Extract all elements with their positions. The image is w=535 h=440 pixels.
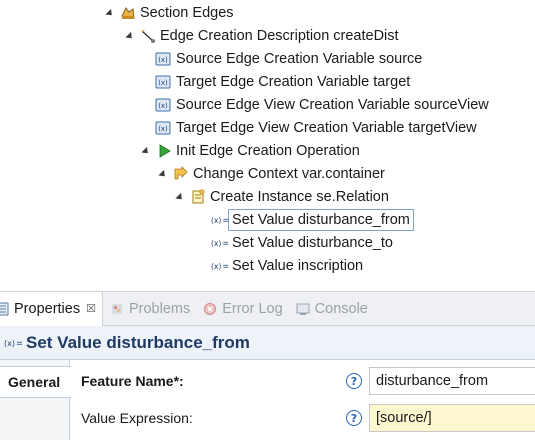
tree-item-label: Edge Creation Description createDist (160, 27, 399, 44)
tree-item-label: Section Edges (140, 4, 234, 21)
set-value-icon: (x)= (211, 211, 228, 228)
tree-item-label: Init Edge Creation Operation (176, 142, 360, 159)
feature-name-row: Feature Name*: ? disturbance_from (71, 366, 535, 396)
tab-error-log[interactable]: Error Log (196, 292, 288, 326)
tree-item-label: Change Context var.container (193, 165, 385, 182)
tree-item-label: Set Value inscription (232, 257, 364, 274)
variable-icon: (x) (155, 73, 172, 90)
tree-item-source-view-variable[interactable]: (x) Source Edge View Creation Variable s… (155, 93, 489, 116)
properties-icon (0, 301, 10, 317)
feature-name-label: Feature Name*: (81, 373, 184, 389)
tab-console[interactable]: Console (289, 292, 374, 326)
value-expression-label: Value Expression: (81, 410, 193, 426)
console-icon (295, 301, 311, 317)
close-icon[interactable]: ☒ (86, 302, 96, 315)
create-instance-icon (189, 188, 206, 205)
expanded-twisty-icon[interactable] (172, 190, 186, 204)
tree-item-create-instance[interactable]: Create Instance se.Relation (172, 185, 389, 208)
tree-item-set-value-inscription[interactable]: (x)= Set Value inscription (211, 254, 363, 277)
svg-text:(x): (x) (158, 56, 168, 64)
expanded-twisty-icon[interactable] (155, 167, 169, 181)
tree-item-label: Target Edge View Creation Variable targe… (176, 119, 477, 136)
tree-item-label: Target Edge Creation Variable target (176, 73, 411, 90)
tab-label: Error Log (222, 300, 283, 317)
help-icon[interactable]: ? (346, 373, 362, 389)
model-tree: Section Edges Edge Creation Description … (0, 0, 535, 288)
tree-item-edge-creation[interactable]: Edge Creation Description createDist (122, 24, 399, 47)
expanded-twisty-icon[interactable] (122, 29, 136, 43)
svg-text:=: = (222, 261, 228, 271)
value-expression-field[interactable]: [source/] (369, 404, 535, 432)
svg-text:(x): (x) (211, 261, 221, 270)
section-icon (119, 4, 136, 21)
play-icon (155, 142, 172, 159)
svg-text:(x): (x) (4, 339, 15, 348)
tab-properties[interactable]: Properties ☒ (0, 291, 103, 326)
svg-text:(x): (x) (211, 238, 221, 247)
tab-label: Problems (128, 300, 191, 317)
value-expression-row: Value Expression: ? [source/] (71, 403, 535, 433)
problems-icon (109, 301, 125, 317)
svg-text:(x): (x) (158, 102, 168, 110)
tree-item-source-variable[interactable]: (x) Source Edge Creation Variable source (155, 47, 422, 70)
tab-problems[interactable]: Problems (103, 292, 196, 326)
svg-text:(x): (x) (211, 215, 221, 224)
tree-item-target-view-variable[interactable]: (x) Target Edge View Creation Variable t… (155, 116, 477, 139)
properties-title: Set Value disturbance_from (26, 332, 250, 352)
properties-side-tabs: General (0, 360, 71, 440)
tree-item-init-operation[interactable]: Init Edge Creation Operation (138, 139, 360, 162)
views-tab-bar: Properties ☒ Problems Error Log Console (0, 291, 535, 326)
tree-item-label: Source Edge View Creation Variable sourc… (176, 96, 489, 113)
svg-text:(x): (x) (158, 79, 168, 87)
edge-creation-icon (139, 27, 156, 44)
tree-item-set-value-disturbance-from[interactable]: (x)= Set Value disturbance_from (211, 208, 414, 231)
svg-text:=: = (16, 339, 22, 349)
tree-item-label: Set Value disturbance_to (232, 234, 393, 251)
set-value-icon: (x)= (4, 334, 22, 352)
expanded-twisty-icon[interactable] (138, 144, 152, 158)
svg-text:=: = (222, 238, 228, 248)
svg-text:(x): (x) (158, 125, 168, 133)
tree-item-label: Source Edge Creation Variable source (176, 50, 423, 67)
tab-general[interactable]: General (0, 366, 71, 398)
variable-icon: (x) (155, 50, 172, 67)
feature-name-field[interactable]: disturbance_from (369, 367, 535, 395)
variable-icon: (x) (155, 119, 172, 136)
variable-icon: (x) (155, 96, 172, 113)
tree-item-section-edges[interactable]: Section Edges (102, 1, 234, 24)
help-icon[interactable]: ? (346, 410, 362, 426)
expanded-twisty-icon[interactable] (102, 6, 116, 20)
tree-item-target-variable[interactable]: (x) Target Edge Creation Variable target (155, 70, 410, 93)
tree-item-label: Set Value disturbance_from (228, 208, 414, 231)
change-context-icon (172, 165, 189, 182)
tree-item-change-context[interactable]: Change Context var.container (155, 162, 385, 185)
tab-label: Properties (14, 300, 81, 317)
properties-header: (x) = Set Value disturbance_from (0, 326, 535, 360)
tree-item-set-value-disturbance-to[interactable]: (x)= Set Value disturbance_to (211, 231, 393, 254)
set-value-icon: (x)= (211, 257, 228, 274)
tab-label: Console (314, 300, 368, 317)
set-value-icon: (x)= (211, 234, 228, 251)
properties-form: Feature Name*: ? disturbance_from Value … (71, 360, 535, 440)
error-log-icon (202, 301, 218, 317)
tree-item-label: Create Instance se.Relation (210, 188, 389, 205)
